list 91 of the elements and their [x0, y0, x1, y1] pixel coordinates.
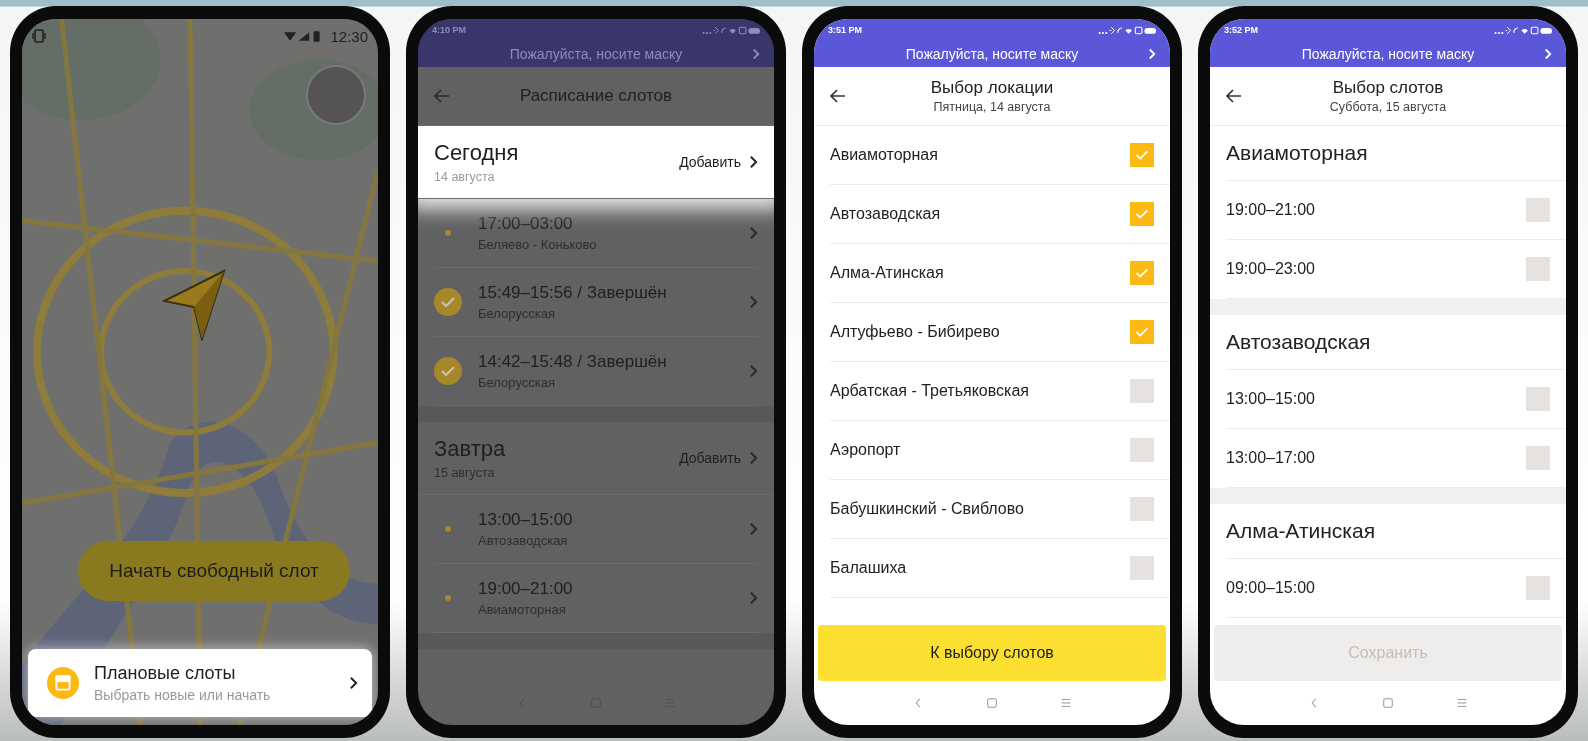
- slot-time: 13:00–15:00: [1226, 390, 1316, 408]
- slot-time: 19:00–21:00: [1226, 201, 1316, 219]
- location-name: Балашиха: [830, 559, 908, 577]
- checkbox[interactable]: [1130, 261, 1154, 285]
- screen-title: Выбор слотов: [1332, 78, 1444, 98]
- location-title: Автозаводская: [1226, 330, 1371, 354]
- card-title: Плановые слоты: [94, 663, 237, 684]
- slot-time: 09:00–15:00: [1226, 579, 1316, 597]
- location-name: Бабушкинский - Свиблово: [830, 500, 1025, 518]
- slot-time: 15:49–15:56 / Завершён: [478, 283, 668, 303]
- checkbox[interactable]: [1526, 576, 1550, 600]
- vibrate-icon: [32, 29, 46, 43]
- chevron-right-icon: [749, 522, 758, 536]
- start-slot-button[interactable]: Начать свободный слот: [78, 541, 350, 601]
- planned-slots-card[interactable]: Плановые слоты Выбрать новые или начать: [28, 649, 372, 717]
- back-arrow-icon[interactable]: [1226, 89, 1242, 103]
- primary-button[interactable]: К выбору слотов: [818, 625, 1166, 681]
- location-item[interactable]: Арбатская - Третьяковская: [830, 362, 1170, 421]
- location-item[interactable]: Бабушкинский - Свиблово: [830, 480, 1170, 539]
- chevron-right-icon: [1148, 48, 1156, 60]
- slot-time: 13:00–17:00: [1226, 449, 1316, 467]
- checkbox[interactable]: [1130, 202, 1154, 226]
- status-time: 4:10 PM: [432, 25, 466, 35]
- day-title: Завтра: [434, 436, 507, 462]
- screen-subtitle: Суббота, 15 августа: [1329, 100, 1447, 114]
- location-name: Автозаводская: [830, 205, 942, 223]
- location-name: Авиамоторная: [830, 146, 939, 164]
- add-link[interactable]: Добавить: [679, 154, 758, 170]
- mask-banner[interactable]: Пожалуйста, носите маску: [814, 41, 1170, 67]
- navigation-arrow-icon: [162, 269, 226, 341]
- home-icon[interactable]: [986, 697, 998, 709]
- card-subtitle: Выбрать новые или начать: [94, 687, 272, 703]
- screen-title: Расписание слотов: [519, 86, 673, 106]
- chevron-right-icon: [1544, 48, 1552, 60]
- calendar-icon: [46, 666, 80, 700]
- checkbox[interactable]: [1130, 438, 1154, 462]
- slot-time: 19:00–23:00: [1226, 260, 1316, 278]
- banner-text: Пожалуйста, носите маску: [905, 46, 1079, 62]
- day-date: 14 августа: [434, 170, 496, 184]
- status-icons-drawing: [702, 25, 760, 35]
- status-time: 3:52 PM: [1224, 25, 1258, 35]
- chevron-right-icon: [749, 226, 758, 240]
- slot-item[interactable]: 09:00–15:00: [1226, 559, 1566, 618]
- location-name: Аэропорт: [830, 441, 902, 459]
- chevron-right-icon: [749, 155, 758, 169]
- checkbox[interactable]: [1130, 497, 1154, 521]
- slot-time: 13:00–15:00: [478, 510, 574, 530]
- banner-text: Пожалуйста, носите маску: [1301, 46, 1475, 62]
- slot-time: 19:00–21:00: [478, 579, 574, 599]
- slot-item[interactable]: 13:00–15:00: [1226, 370, 1566, 429]
- chevron-right-icon: [749, 295, 758, 309]
- menu-icon[interactable]: [1060, 697, 1072, 709]
- slot-time: 17:00–03:00: [478, 214, 574, 234]
- location-item[interactable]: Аэропорт: [830, 421, 1170, 480]
- screen-subtitle: Пятница, 14 августа: [933, 100, 1051, 114]
- checkbox[interactable]: [1130, 320, 1154, 344]
- chevron-right-icon: [749, 364, 758, 378]
- location-name: Арбатская - Третьяковская: [830, 382, 1030, 400]
- day-title: Сегодня: [434, 140, 520, 166]
- mask-banner[interactable]: Пожалуйста, носите маску: [1210, 41, 1566, 67]
- slot-item[interactable]: 19:00–21:00: [1226, 181, 1566, 240]
- checkbox[interactable]: [1526, 446, 1550, 470]
- status-time: 3:51 PM: [828, 25, 862, 35]
- location-item[interactable]: Алма-Атинская: [830, 244, 1170, 303]
- slot-time: 14:42–15:48 / Завершён: [478, 352, 668, 372]
- status-time: 12:30: [330, 27, 368, 45]
- menu-icon[interactable]: [1456, 697, 1468, 709]
- checkbox[interactable]: [1526, 387, 1550, 411]
- home-icon[interactable]: [1382, 697, 1394, 709]
- screen-title: Выбор локации: [930, 78, 1054, 98]
- location-title: Авиамоторная: [1226, 141, 1368, 165]
- chevron-right-icon: [749, 451, 758, 465]
- checkbox[interactable]: [1130, 556, 1154, 580]
- back-arrow-icon[interactable]: [830, 89, 846, 103]
- location-title: Алма-Атинская: [1226, 519, 1376, 543]
- checkbox[interactable]: [1526, 198, 1550, 222]
- location-item[interactable]: Алтуфьево - Бибирево: [830, 303, 1170, 362]
- banner-text: Пожалуйста, носите маску: [509, 46, 683, 62]
- checkbox[interactable]: [1526, 257, 1550, 281]
- chevron-right-icon: [752, 48, 760, 60]
- status-icons-drawing: [1098, 25, 1156, 35]
- location-name: Алма-Атинская: [830, 264, 945, 282]
- location-name: Алтуфьево - Бибирево: [830, 323, 1001, 341]
- status-icons-drawing: [1494, 25, 1552, 35]
- checkbox[interactable]: [1130, 143, 1154, 167]
- location-item[interactable]: Авиамоторная: [830, 126, 1170, 185]
- location-item[interactable]: Балашиха: [830, 539, 1170, 598]
- location-item[interactable]: Автозаводская: [830, 185, 1170, 244]
- checkbox[interactable]: [1130, 379, 1154, 403]
- chevron-right-icon: [749, 591, 758, 605]
- chevron-right-icon: [349, 676, 358, 690]
